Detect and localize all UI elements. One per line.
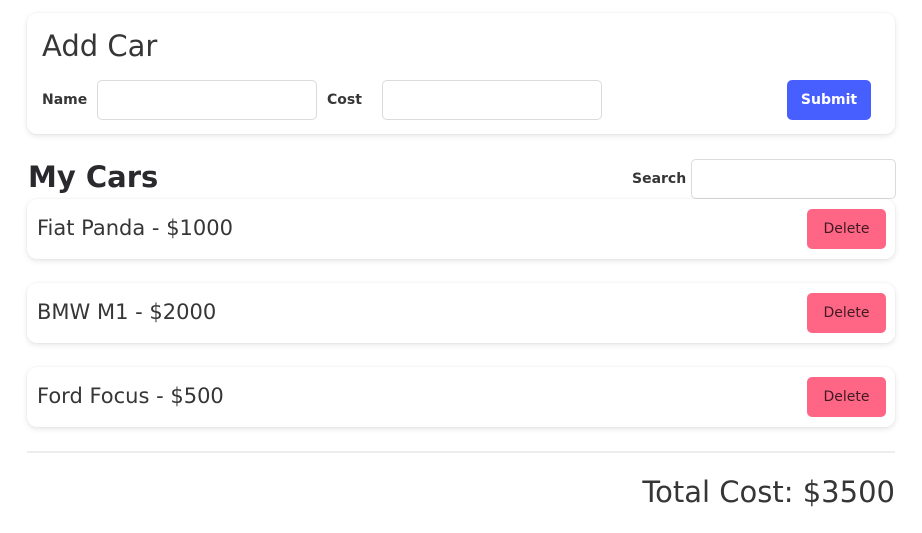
total-cost: Total Cost: $3500: [642, 475, 895, 509]
divider: [27, 451, 895, 453]
search-input[interactable]: [691, 159, 896, 199]
add-car-title: Add Car: [42, 29, 158, 63]
name-input[interactable]: [97, 80, 317, 120]
add-car-form: Add Car Name Cost Submit: [27, 13, 895, 134]
car-entry-text: BMW M1 - $2000: [37, 300, 217, 324]
cost-input[interactable]: [382, 80, 602, 120]
my-cars-title: My Cars: [28, 160, 159, 194]
list-item: Ford Focus - $500 Delete: [27, 367, 895, 427]
delete-button[interactable]: Delete: [807, 209, 886, 249]
delete-button[interactable]: Delete: [807, 293, 886, 333]
cost-label: Cost: [327, 92, 362, 108]
car-entry-text: Fiat Panda - $1000: [37, 216, 233, 240]
submit-button[interactable]: Submit: [787, 80, 871, 120]
delete-button[interactable]: Delete: [807, 377, 886, 417]
car-entry-text: Ford Focus - $500: [37, 384, 224, 408]
list-item: Fiat Panda - $1000 Delete: [27, 199, 895, 259]
page: Add Car Name Cost Submit My Cars Search …: [0, 0, 922, 533]
name-label: Name: [42, 92, 88, 108]
list-item: BMW M1 - $2000 Delete: [27, 283, 895, 343]
search-label: Search: [632, 171, 687, 187]
